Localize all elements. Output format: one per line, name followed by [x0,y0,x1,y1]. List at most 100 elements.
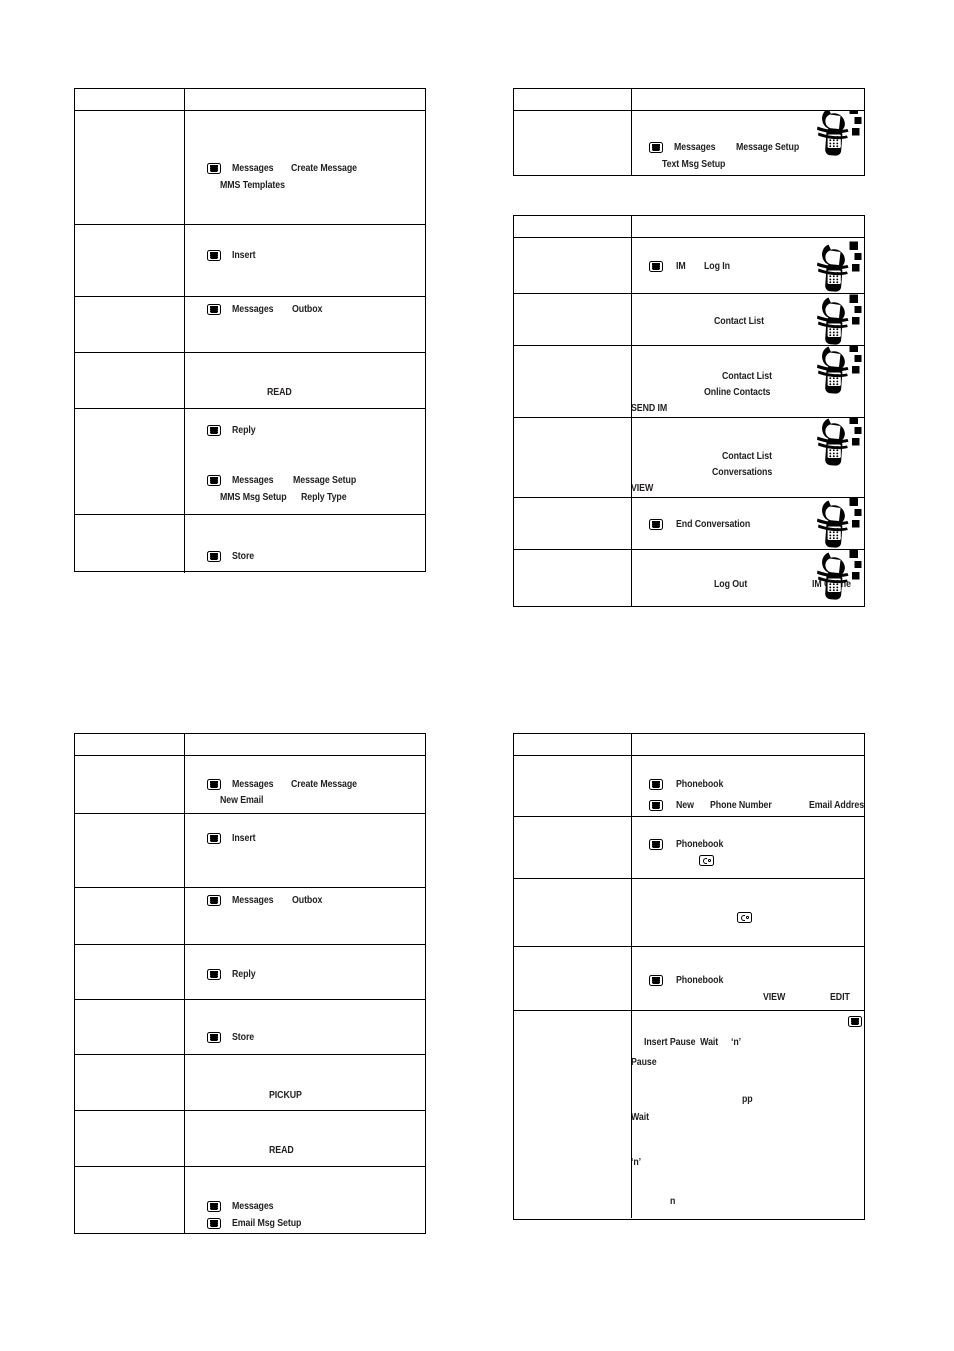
table-row: Phonebook VIEW EDIT [514,947,864,1011]
menu-key-icon [207,304,221,315]
step-text: Phonebook [676,838,724,850]
row-action-cell: PICKUP [185,1055,425,1110]
step-text: Wait [632,1111,649,1123]
table-mms-messaging: Messages Create Message MMS Templates In… [74,88,426,573]
table-row: End Conversation [514,498,864,550]
table-row: Contact List [514,294,864,346]
step-text: Messages [232,474,274,486]
row-action-cell: Phonebook [632,817,864,878]
row-action-cell: Store [185,515,425,573]
menu-key-icon [207,1201,221,1212]
step-text: Messages [232,1200,274,1212]
table-row: Contact List Online Contacts SEND IM [514,346,864,418]
row-action-cell: Messages Outbox [185,297,425,352]
header-cell-step [75,734,185,755]
row-action-cell: Contact List [632,294,864,345]
header-cell-action [632,89,864,110]
step-text: New Email [220,794,264,806]
menu-key-icon [207,425,221,436]
header-cell-step [75,89,185,110]
row-action-cell: Messages Message Setup Text Msg Setup [632,111,864,175]
step-text: VIEW [632,482,654,494]
row-action-cell: Insert Pause Wait ‘n’ Pause pp Wait ‘n’ … [632,1011,864,1218]
step-text: Insert [232,832,256,844]
handset-wave-glyph [708,859,711,862]
step-text: Online Contacts [704,386,771,398]
menu-key-icon [207,250,221,261]
step-text: Messages [232,778,274,790]
step-text: Phonebook [676,974,724,986]
step-text: Log Out [714,578,748,590]
header-cell-step [514,216,632,237]
step-text: SEND IM [632,402,668,414]
menu-key-icon [649,975,663,986]
header-cell-action [185,89,425,110]
step-text: READ [267,386,292,398]
step-text: IM [676,260,686,272]
handset-wave-glyph [746,916,749,919]
menu-key-icon [649,142,663,153]
row-action-cell: Reply Messages Message Setup MMS Msg Set… [185,409,425,514]
menu-key-icon [848,1016,862,1027]
step-text: Contact List [722,450,772,462]
step-text: Email Msg Setup [232,1217,302,1229]
send-key-icon [699,855,714,866]
phone-illustration-icon [816,550,864,604]
step-text: VIEW [763,991,786,1003]
row-step-cell [75,1111,185,1166]
row-step-cell [514,498,632,549]
row-action-cell: Log Out IM Online [632,550,864,606]
row-step-cell [75,1000,185,1054]
step-text: EDIT [830,991,850,1003]
step-text: Log In [704,260,730,272]
row-action-cell: IM Log In [632,238,864,293]
menu-key-icon [207,551,221,562]
menu-key-icon [207,163,221,174]
table-header-row [75,89,425,111]
table-row: Messages Outbox [75,888,425,945]
handset-glyph [740,914,745,921]
step-text: Reply [232,424,256,436]
table-text-msg-setup: Messages Message Setup Text Msg Setup [513,88,865,176]
row-action-cell: Phonebook New Phone Number Email Address [632,756,864,816]
table-row: IM Log In [514,238,864,294]
step-text: Outbox [292,894,323,906]
row-step-cell [75,888,185,944]
row-step-cell [514,947,632,1010]
step-text: ‘n’ [632,1156,642,1168]
row-step-cell [75,756,185,813]
step-text: MMS Templates [220,179,285,191]
step-text: Outbox [292,303,323,315]
table-row: Log Out IM Online [514,550,864,606]
step-text: Store [232,1031,255,1043]
step-text: Contact List [722,370,772,382]
menu-key-icon [207,833,221,844]
row-action-cell [632,879,864,946]
table-email-messaging: Messages Create Message New Email Insert… [74,733,426,1234]
row-step-cell [514,418,632,497]
table-header-row [514,89,864,111]
send-key-icon [737,912,752,923]
row-step-cell [75,353,185,408]
row-action-cell: Messages Create Message MMS Templates [185,111,425,224]
step-text: Contact List [714,315,764,327]
header-cell-action [185,734,425,755]
phone-illustration-icon [816,418,864,470]
menu-key-icon [207,1218,221,1229]
table-row: Messages Outbox [75,297,425,353]
menu-key-icon [207,779,221,790]
row-action-cell: Contact List Online Contacts SEND IM [632,346,864,417]
step-text: Messages [232,894,274,906]
step-text: Message Setup [736,141,800,153]
table-row: READ [75,1111,425,1167]
table-header-row [514,216,864,238]
step-text: PICKUP [269,1089,302,1101]
menu-key-icon [649,779,663,790]
table-row: Reply Messages Message Setup MMS Msg Set… [75,409,425,515]
phone-illustration-icon [816,294,864,345]
step-text: Phonebook [676,778,724,790]
row-action-cell: Store [185,1000,425,1054]
table-instant-messaging: IM Log In Contact List Contact List Onli… [513,215,865,607]
row-step-cell [75,515,185,573]
phone-illustration-icon [816,346,864,398]
